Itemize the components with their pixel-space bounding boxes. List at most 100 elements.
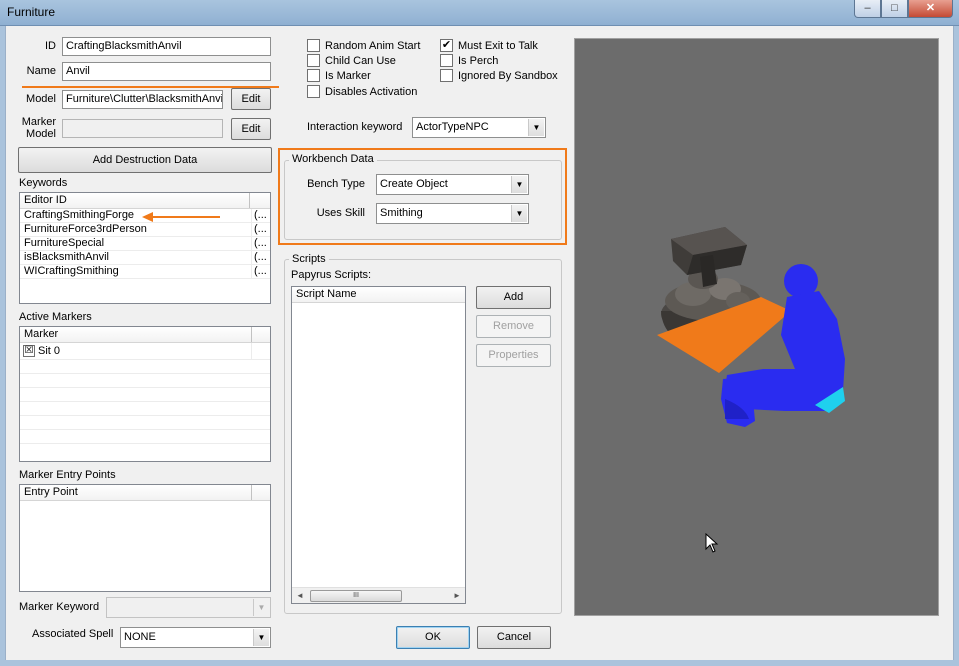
list-item[interactable]: ☒ Sit 0 [20, 343, 270, 360]
flag-must-exit-to-talk[interactable]: ✔ Must Exit to Talk [440, 39, 538, 52]
marker-entry-list-header: Entry Point [20, 485, 270, 501]
title-bar[interactable]: Furniture – □ ✕ [0, 0, 959, 26]
name-field[interactable]: Anvil [62, 62, 271, 81]
marker-keyword-select[interactable]: ▼ [106, 597, 271, 618]
script-name-column-header[interactable]: Script Name [292, 287, 465, 302]
script-properties-button[interactable]: Properties [476, 344, 551, 367]
remove-script-button[interactable]: Remove [476, 315, 551, 338]
marker-model-label: Marker Model [21, 116, 56, 140]
interaction-keyword-value: ActorTypeNPC [416, 121, 489, 133]
flag-child-can-use[interactable]: Child Can Use [307, 54, 396, 67]
id-label: ID [45, 40, 56, 52]
marker-extra-column-header[interactable] [252, 327, 270, 342]
scrollbar-track[interactable]: III [308, 589, 449, 603]
uses-skill-select[interactable]: Smithing ▼ [376, 203, 529, 224]
keyword-extra: (... [254, 251, 267, 263]
flag-label: Is Marker [325, 69, 371, 82]
ok-button[interactable]: OK [396, 626, 470, 649]
active-markers-label: Active Markers [19, 311, 92, 323]
marker-entry-points-label: Marker Entry Points [19, 469, 116, 481]
add-script-button[interactable]: Add [476, 286, 551, 309]
chevron-down-icon: ▼ [253, 629, 269, 646]
associated-spell-select[interactable]: NONE ▼ [120, 627, 271, 648]
keyword-extra: (... [254, 237, 267, 249]
list-item[interactable]: WICraftingSmithing (... [20, 265, 270, 279]
model-edit-button[interactable]: Edit [231, 88, 271, 110]
scripts-list-header: Script Name [292, 287, 465, 303]
active-markers-list[interactable]: Marker ☒ Sit 0 [19, 326, 271, 462]
marker-keyword-label: Marker Keyword [19, 601, 100, 613]
flag-label: Must Exit to Talk [458, 39, 538, 52]
papyrus-scripts-label: Papyrus Scripts: [291, 269, 372, 281]
list-item[interactable]: FurnitureForce3rdPerson (... [20, 223, 270, 237]
marker-entry-points-list[interactable]: Entry Point [19, 484, 271, 592]
keyword-extra: (... [254, 223, 267, 235]
flag-ignored-by-sandbox[interactable]: Ignored By Sandbox [440, 69, 558, 82]
add-destruction-data-button[interactable]: Add Destruction Data [18, 147, 272, 173]
cancel-button[interactable]: Cancel [477, 626, 551, 649]
editor-id-column-header[interactable]: Editor ID [20, 193, 250, 208]
keywords-list[interactable]: Editor ID CraftingSmithingForge (... Furn… [19, 192, 271, 304]
keywords-list-header: Editor ID [20, 193, 270, 209]
minimize-button[interactable]: – [854, 0, 881, 18]
flag-random-anim-start[interactable]: Random Anim Start [307, 39, 420, 52]
flag-label: Is Perch [458, 54, 499, 67]
marker-cell: ☒ Sit 0 [20, 343, 252, 359]
annotation-arrow-icon [142, 212, 220, 222]
furniture-preview-render [657, 227, 845, 427]
interaction-keyword-select[interactable]: ActorTypeNPC ▼ [412, 117, 546, 138]
empty-row [20, 416, 270, 430]
model-field[interactable]: Furniture\Clutter\BlacksmithAnvil [62, 90, 223, 109]
checkbox-icon [440, 69, 453, 82]
marker-model-edit-button[interactable]: Edit [231, 118, 271, 140]
marker-column-header[interactable]: Marker [20, 327, 252, 342]
preview-viewport[interactable] [574, 38, 939, 616]
checkbox-icon [307, 39, 320, 52]
keyword-id: isBlacksmithAnvil [20, 251, 252, 264]
chevron-down-icon: ▼ [511, 205, 527, 222]
uses-skill-label: Uses Skill [316, 207, 365, 219]
flag-is-perch[interactable]: Is Perch [440, 54, 498, 67]
keywords-label: Keywords [19, 177, 68, 189]
scrollbar-thumb[interactable]: III [310, 589, 402, 602]
scroll-right-icon[interactable]: ► [449, 591, 465, 600]
scripts-title: Scripts [289, 253, 329, 265]
interaction-keyword-label: Interaction keyword [307, 121, 403, 133]
name-label: Name [26, 65, 56, 77]
marker-checked-icon[interactable]: ☒ [23, 345, 35, 357]
keyword-extra: (... [254, 265, 267, 277]
flag-is-marker[interactable]: Is Marker [307, 69, 371, 82]
flag-label: Disables Activation [325, 85, 418, 98]
keywords-extra-column-header[interactable] [250, 193, 270, 208]
keyword-extra: (... [254, 209, 267, 221]
keyword-id: FurnitureSpecial [20, 237, 252, 250]
checkbox-checked-icon: ✔ [440, 39, 453, 52]
marker-model-field[interactable] [62, 119, 223, 138]
papyrus-scripts-list[interactable]: Script Name ◄ III ► [291, 286, 466, 604]
flag-disables-activation[interactable]: Disables Activation [307, 85, 417, 98]
entry-point-column-header[interactable]: Entry Point [20, 485, 252, 500]
chevron-down-icon: ▼ [528, 119, 544, 136]
chevron-down-icon: ▼ [511, 176, 527, 193]
flag-label: Ignored By Sandbox [458, 69, 558, 82]
checkbox-icon [440, 54, 453, 67]
empty-row [20, 360, 270, 374]
entry-extra-column-header[interactable] [252, 485, 270, 500]
list-item[interactable]: isBlacksmithAnvil (... [20, 251, 270, 265]
uses-skill-value: Smithing [380, 207, 423, 219]
close-button[interactable]: ✕ [908, 0, 953, 18]
workbench-data-title: Workbench Data [289, 153, 377, 165]
keyword-id: FurnitureForce3rdPerson [20, 223, 252, 236]
id-field[interactable]: CraftingBlacksmithAnvil [62, 37, 271, 56]
workbench-data-group [284, 160, 562, 240]
list-item[interactable]: FurnitureSpecial (... [20, 237, 270, 251]
empty-row [20, 402, 270, 416]
scroll-left-icon[interactable]: ◄ [292, 591, 308, 600]
maximize-button[interactable]: □ [881, 0, 908, 18]
bench-type-label: Bench Type [307, 178, 365, 190]
horizontal-scrollbar[interactable]: ◄ III ► [292, 587, 465, 603]
empty-row [20, 374, 270, 388]
bench-type-select[interactable]: Create Object ▼ [376, 174, 529, 195]
window-frame-right [954, 26, 959, 666]
empty-row [20, 388, 270, 402]
